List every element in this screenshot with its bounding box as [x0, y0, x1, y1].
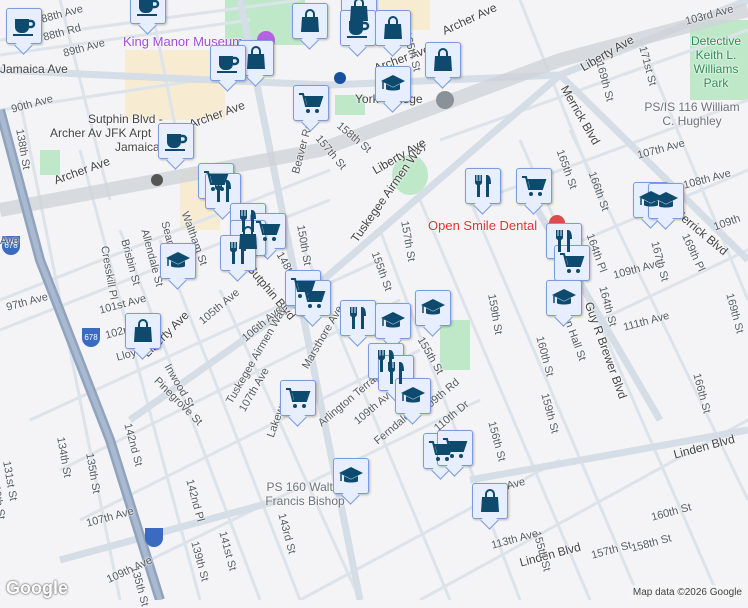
shopping-bag-marker[interactable]	[425, 42, 461, 78]
coffee-marker[interactable]	[6, 8, 42, 44]
map-attribution[interactable]: Map data ©2026 Google	[626, 585, 748, 600]
street-label: Archer Av JFK Arpt	[50, 126, 152, 140]
graduation-cap-marker[interactable]	[160, 243, 196, 279]
shopping-bag-icon	[297, 8, 323, 34]
shopping-cart-marker[interactable]	[554, 245, 590, 281]
shopping-cart-icon	[285, 385, 311, 411]
shield-label: 678	[84, 333, 98, 342]
restaurant-icon	[210, 178, 236, 204]
coffee-marker[interactable]	[158, 123, 194, 159]
restaurant-icon	[345, 305, 371, 331]
graduation-cap-marker[interactable]	[375, 303, 411, 339]
shopping-cart-marker[interactable]	[437, 430, 473, 466]
graduation-cap-marker[interactable]	[648, 183, 684, 219]
street-label: Jamaica	[115, 140, 160, 154]
graduation-cap-icon	[551, 285, 577, 311]
graduation-cap-marker[interactable]	[333, 458, 369, 494]
coffee-icon	[11, 13, 37, 39]
street-label: Jamaica Ave	[0, 62, 68, 76]
graduation-cap-icon	[400, 383, 426, 409]
shopping-bag-marker[interactable]	[472, 483, 508, 519]
graduation-cap-icon	[420, 295, 446, 321]
restaurant-icon	[225, 240, 251, 266]
shopping-bag-icon	[380, 15, 406, 41]
shopping-cart-marker[interactable]	[295, 280, 331, 316]
poi-label[interactable]: Detective Keith L. Williams Park	[686, 34, 746, 90]
graduation-cap-marker[interactable]	[546, 280, 582, 316]
shopping-cart-marker[interactable]	[280, 380, 316, 416]
graduation-cap-icon	[338, 463, 364, 489]
shopping-cart-marker[interactable]	[516, 168, 552, 204]
shopping-cart-icon	[298, 90, 324, 116]
street-label: Sutphin Blvd -	[88, 112, 163, 126]
graduation-cap-icon	[380, 308, 406, 334]
graduation-cap-marker[interactable]	[395, 378, 431, 414]
shopping-cart-icon	[300, 285, 326, 311]
restaurant-icon	[470, 173, 496, 199]
shopping-cart-icon	[559, 250, 585, 276]
shopping-bag-icon	[243, 45, 269, 71]
shopping-cart-marker[interactable]	[293, 85, 329, 121]
coffee-marker[interactable]	[130, 0, 166, 24]
restaurant-marker[interactable]	[465, 168, 501, 204]
graduation-cap-icon	[165, 248, 191, 274]
shopping-cart-icon	[442, 435, 468, 461]
restaurant-marker[interactable]	[340, 300, 376, 336]
restaurant-marker[interactable]	[220, 235, 256, 271]
street-label: Ave	[0, 235, 19, 247]
shopping-bag-marker[interactable]	[238, 40, 274, 76]
coffee-icon	[215, 50, 241, 76]
shopping-bag-icon	[430, 47, 456, 73]
poi-label[interactable]: Open Smile Dental	[428, 218, 537, 233]
shopping-bag-marker[interactable]	[292, 3, 328, 39]
coffee-icon	[135, 0, 161, 19]
shopping-bag-icon	[130, 318, 156, 344]
coffee-icon	[345, 15, 371, 41]
restaurant-marker[interactable]	[205, 173, 241, 209]
coffee-marker[interactable]	[340, 10, 376, 46]
shopping-bag-marker[interactable]	[125, 313, 161, 349]
graduation-cap-icon	[380, 71, 406, 97]
poi-label[interactable]: PS/IS 116 William C. Hughley	[640, 100, 744, 128]
coffee-marker[interactable]	[210, 45, 246, 81]
graduation-cap-icon	[653, 188, 679, 214]
graduation-cap-marker[interactable]	[415, 290, 451, 326]
google-logo[interactable]: Google	[6, 578, 68, 599]
shopping-bag-icon	[477, 488, 503, 514]
graduation-cap-marker[interactable]	[375, 66, 411, 102]
shopping-bag-marker[interactable]	[375, 10, 411, 46]
coffee-icon	[163, 128, 189, 154]
shopping-cart-icon	[521, 173, 547, 199]
